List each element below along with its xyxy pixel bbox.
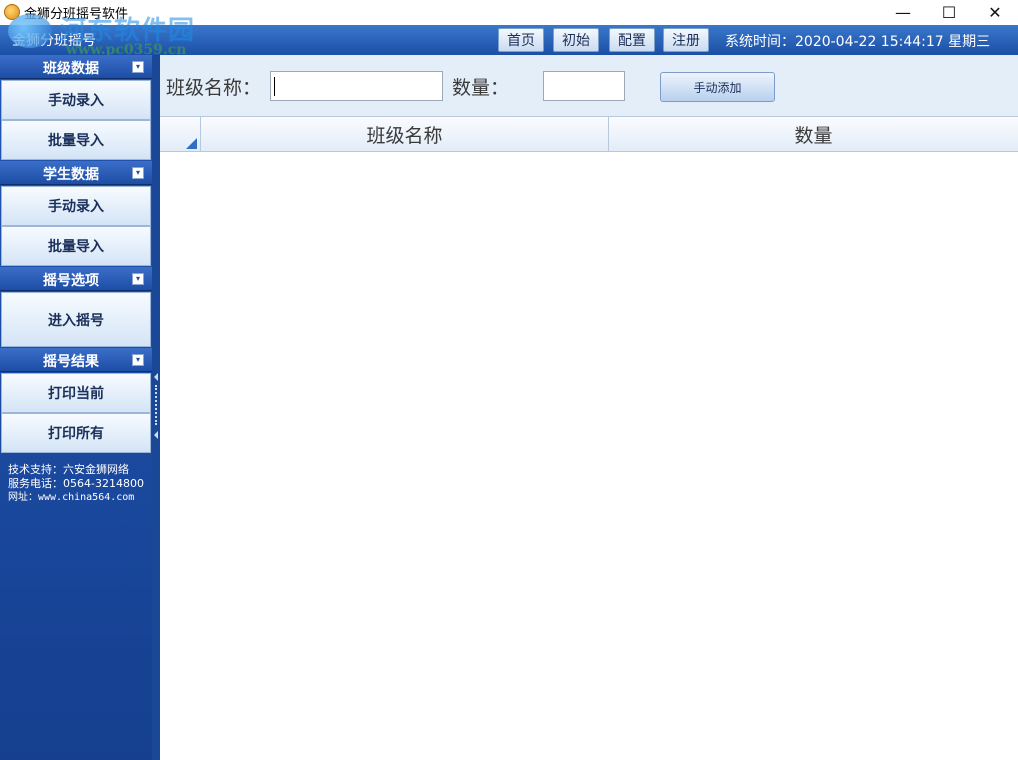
support-tech: 技术支持：六安金狮网络 — [8, 463, 129, 476]
quantity-label: 数量： — [452, 77, 510, 99]
app-window: 金狮分班摇号软件 — ☐ ✕ 金狮分班摇号 首页 初始 配置 注册 系统时间：2… — [0, 0, 1018, 760]
support-phone: 服务电话：0564-3214800 — [8, 477, 144, 490]
collapse-left-arrow-icon — [154, 373, 158, 381]
column-header-quantity[interactable]: 数量 — [609, 117, 1018, 152]
system-time: 系统时间：2020-04-22 15:44:17 星期三 — [725, 34, 991, 50]
collapse-icon[interactable]: ▾ — [132, 273, 144, 285]
nav-init-button[interactable]: 初始 — [553, 28, 599, 52]
text-caret — [274, 77, 275, 96]
group-header-class-data[interactable]: 班级数据 ▾ — [0, 55, 152, 79]
select-all-corner[interactable] — [160, 117, 201, 152]
nav-config-button[interactable]: 配置 — [609, 28, 655, 52]
sidebar-item-student-manual-entry[interactable]: 手动录入 — [1, 186, 151, 226]
support-website: 网址：www.china564.com — [8, 492, 135, 503]
corner-triangle-icon — [186, 138, 197, 149]
header-bar: 金狮分班摇号 首页 初始 配置 注册 系统时间：2020-04-22 15:44… — [0, 25, 1018, 55]
header-app-name: 金狮分班摇号 — [12, 33, 96, 49]
main-panel: 班级名称： 数量： 手动添加 班级名称 数量 — [160, 55, 1018, 760]
collapse-icon[interactable]: ▾ — [132, 167, 144, 179]
title-bar: 金狮分班摇号软件 — ☐ ✕ — [0, 0, 1018, 25]
close-button[interactable]: ✕ — [972, 0, 1018, 25]
class-name-label: 班级名称： — [166, 77, 262, 99]
sidebar-item-enter-lottery[interactable]: 进入摇号 — [1, 292, 151, 347]
column-header-class-name[interactable]: 班级名称 — [201, 117, 609, 152]
sidebar-item-student-batch-import[interactable]: 批量导入 — [1, 226, 151, 266]
group-header-lottery-results[interactable]: 摇号结果 ▾ — [0, 348, 152, 372]
collapse-icon[interactable]: ▾ — [132, 61, 144, 73]
nav-home-button[interactable]: 首页 — [498, 28, 544, 52]
class-name-input[interactable] — [270, 71, 443, 101]
class-table: 班级名称 数量 — [160, 116, 1018, 760]
sidebar-splitter[interactable] — [152, 55, 160, 760]
manual-add-button[interactable]: 手动添加 — [660, 72, 775, 102]
group-title: 摇号选项 — [43, 273, 99, 289]
app-icon — [4, 4, 20, 20]
nav-register-button[interactable]: 注册 — [663, 28, 709, 52]
sidebar-item-print-current[interactable]: 打印当前 — [1, 373, 151, 413]
support-info: 技术支持：六安金狮网络 服务电话：0564-3214800 网址：www.chi… — [8, 463, 144, 505]
sidebar-item-class-manual-entry[interactable]: 手动录入 — [1, 80, 151, 120]
window-title: 金狮分班摇号软件 — [24, 7, 129, 22]
sidebar-item-print-all[interactable]: 打印所有 — [1, 413, 151, 453]
entry-form-bar: 班级名称： 数量： 手动添加 — [160, 55, 1018, 116]
table-header: 班级名称 数量 — [160, 117, 1018, 152]
maximize-button[interactable]: ☐ — [926, 0, 972, 25]
group-title: 学生数据 — [43, 167, 99, 183]
collapse-icon[interactable]: ▾ — [132, 354, 144, 366]
quantity-input[interactable] — [543, 71, 625, 101]
group-header-student-data[interactable]: 学生数据 ▾ — [0, 161, 152, 185]
sidebar: 班级数据 ▾ 手动录入 批量导入 学生数据 ▾ 手动录入 批量导入 摇号选项 ▾… — [0, 55, 152, 760]
sidebar-item-class-batch-import[interactable]: 批量导入 — [1, 120, 151, 160]
collapse-left-arrow-icon — [154, 431, 158, 439]
minimize-button[interactable]: — — [880, 0, 926, 25]
splitter-grip[interactable] — [153, 373, 159, 443]
group-title: 班级数据 — [43, 61, 99, 77]
group-header-lottery-options[interactable]: 摇号选项 ▾ — [0, 267, 152, 291]
grip-dots-icon — [155, 385, 157, 425]
group-title: 摇号结果 — [43, 354, 99, 370]
